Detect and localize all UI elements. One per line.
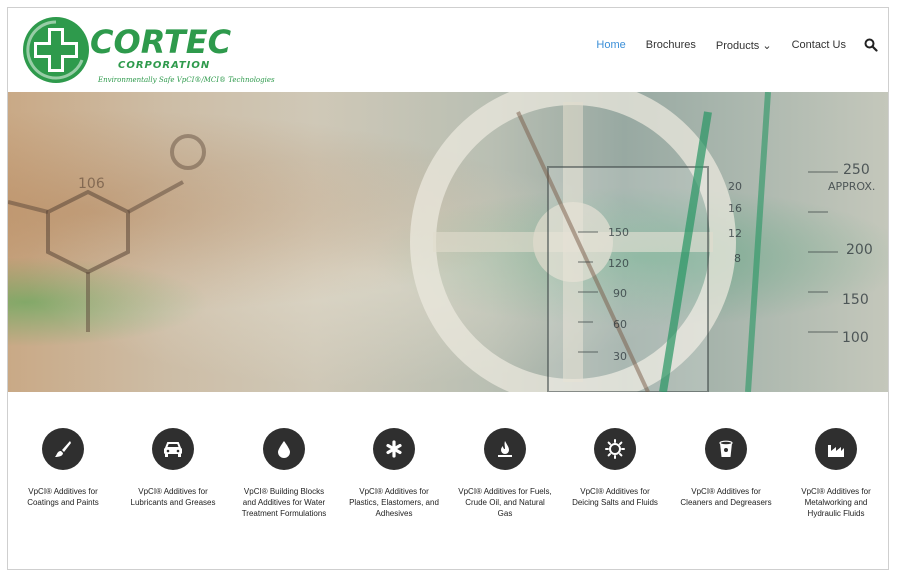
nav-home[interactable]: Home: [596, 39, 625, 51]
category-label[interactable]: VpCI® Additives for Deicing Salts and Fl…: [560, 486, 670, 508]
car-icon: [164, 442, 182, 457]
brand-name: CORTEC: [90, 23, 232, 61]
category-fuels-crude-oil[interactable]: VpCI® Additives for Fuels, Crude Oil, an…: [450, 428, 560, 519]
category-icon-circle[interactable]: [484, 428, 526, 470]
category-icon-circle[interactable]: [705, 428, 747, 470]
category-label[interactable]: VpCI® Additives for Cleaners and Degreas…: [671, 486, 781, 508]
search-icon[interactable]: [864, 38, 878, 52]
scale-label: 90: [613, 287, 627, 300]
scale-label: 200: [846, 242, 873, 258]
hero-banner: 250 APPROX. 200 150 100 150 120 90 60 30…: [8, 92, 888, 392]
logo-cross-emblem: [23, 17, 89, 83]
brand-subname: CORPORATION: [118, 60, 211, 71]
category-label[interactable]: VpCI® Additives for Coatings and Paints: [8, 486, 118, 508]
category-label[interactable]: VpCI® Additives for Lubricants and Greas…: [118, 486, 228, 508]
factory-icon: [828, 445, 844, 457]
scale-label: 20: [728, 180, 742, 193]
category-label[interactable]: VpCI® Building Blocks and Additives for …: [229, 486, 339, 519]
scale-label: 120: [608, 257, 629, 270]
bucket-icon: [719, 440, 733, 457]
category-icon-circle[interactable]: [42, 428, 84, 470]
category-icon-circle[interactable]: [152, 428, 194, 470]
nav-brochures[interactable]: Brochures: [646, 39, 696, 51]
product-categories: VpCI® Additives for Coatings and Paints …: [8, 392, 888, 569]
category-label[interactable]: VpCI® Additives for Metalworking and Hyd…: [781, 486, 888, 519]
cortec-logo[interactable]: CORTEC CORPORATION Environmentally Safe …: [20, 14, 275, 88]
scale-label: 8: [734, 252, 741, 265]
site-header: CORTEC CORPORATION Environmentally Safe …: [8, 8, 888, 92]
category-label[interactable]: VpCI® Additives for Fuels, Crude Oil, an…: [450, 486, 560, 519]
category-cleaners-degreasers[interactable]: VpCI® Additives for Cleaners and Degreas…: [671, 428, 781, 508]
category-icon-circle[interactable]: [263, 428, 305, 470]
category-icon-circle[interactable]: [594, 428, 636, 470]
hero-lab-illustration: [8, 92, 838, 392]
scale-label: 100: [842, 330, 869, 346]
category-water-treatment[interactable]: VpCI® Building Blocks and Additives for …: [229, 428, 339, 519]
category-metalworking-hydraulic[interactable]: VpCI® Additives for Metalworking and Hyd…: [781, 428, 888, 519]
brand-tagline: Environmentally Safe VpCI®/MCI® Technolo…: [98, 76, 275, 84]
category-coatings-paints[interactable]: VpCI® Additives for Coatings and Paints: [8, 428, 118, 508]
paintbrush-icon: [55, 441, 71, 457]
browser-frame: CORTEC CORPORATION Environmentally Safe …: [7, 7, 889, 570]
main-nav: Home Brochures Products ⌄ Contact Us: [576, 38, 878, 52]
sun-gear-icon: [605, 439, 625, 459]
scale-label: 12: [728, 227, 742, 240]
nav-contact-us[interactable]: Contact Us: [792, 39, 846, 51]
category-label[interactable]: VpCI® Additives for Plastics, Elastomers…: [339, 486, 449, 519]
scale-label: APPROX.: [828, 180, 876, 193]
category-icon-circle[interactable]: [815, 428, 857, 470]
category-plastics-elastomers[interactable]: VpCI® Additives for Plastics, Elastomers…: [339, 428, 449, 519]
category-icon-circle[interactable]: [373, 428, 415, 470]
scale-label: 16: [728, 202, 742, 215]
scale-label: 106: [78, 176, 105, 192]
scale-label: 30: [613, 350, 627, 363]
scale-label: 150: [608, 226, 629, 239]
scale-label: 150: [842, 292, 869, 308]
category-deicing[interactable]: VpCI® Additives for Deicing Salts and Fl…: [560, 428, 670, 508]
water-drop-icon: [278, 441, 290, 458]
scale-label: 60: [613, 318, 627, 331]
asterisk-icon: [386, 440, 402, 458]
nav-products[interactable]: Products ⌄: [716, 39, 772, 52]
scale-label: 250: [843, 162, 870, 178]
category-lubricants-greases[interactable]: VpCI® Additives for Lubricants and Greas…: [118, 428, 228, 508]
fuel-flame-icon: [498, 441, 512, 457]
